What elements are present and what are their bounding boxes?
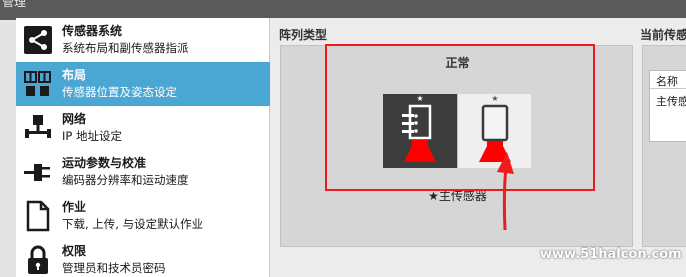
layout-grid-icon: [24, 68, 52, 100]
current-sensor-label: 当前传感: [640, 28, 686, 42]
sidebar-item-title: 作业: [62, 200, 87, 214]
sidebar-item-title: 布局: [62, 68, 87, 82]
share-icon: [24, 24, 52, 56]
sidebar-item-subtitle: 管理员和技术员密码: [62, 261, 166, 275]
sidebar-item-subtitle: 传感器位置及姿态设定: [62, 85, 177, 99]
sidebar-item-layout[interactable]: 布局 传感器位置及姿态设定: [16, 62, 270, 106]
network-icon: [24, 112, 52, 144]
document-icon: [24, 200, 52, 232]
sidebar-item-subtitle: 下载, 上传, 与设定默认作业: [62, 217, 204, 231]
current-sensor-group: 名称 主传感: [642, 45, 686, 247]
sidebar: 传感器系统 系统布局和副传感器指派 布局 传感器位置及姿态设定 网络 IP 地址…: [16, 18, 270, 277]
encoder-plug-icon: [24, 156, 52, 188]
sidebar-item-jobs[interactable]: 作业 下载, 上传, 与设定默认作业: [16, 194, 270, 238]
list-item[interactable]: 主传感: [650, 93, 686, 109]
sidebar-item-permissions[interactable]: 权限 管理员和技术员密码: [16, 238, 270, 277]
sidebar-item-title: 传感器系统: [62, 24, 123, 38]
sidebar-item-title: 运动参数与校准: [62, 156, 147, 170]
watermark: www.51halcon.com: [540, 247, 682, 262]
sidebar-item-motion-calibration[interactable]: 运动参数与校准 编码器分辨率和运动速度: [16, 150, 270, 194]
sidebar-item-network[interactable]: 网络 IP 地址设定: [16, 106, 270, 150]
sidebar-item-subtitle: 系统布局和副传感器指派: [62, 41, 189, 55]
sidebar-item-title: 权限: [62, 244, 87, 258]
sidebar-item-subtitle: IP 地址设定: [62, 129, 122, 143]
sidebar-item-subtitle: 编码器分辨率和运动速度: [62, 173, 189, 187]
sidebar-item-title: 网络: [62, 112, 87, 126]
list-header-name[interactable]: 名称: [650, 71, 686, 89]
title-bar: 管理: [0, 0, 686, 20]
array-type-label: 阵列类型: [279, 28, 328, 42]
highlight-annotation: [325, 44, 595, 191]
sidebar-item-sensor-system[interactable]: 传感器系统 系统布局和副传感器指派: [16, 18, 270, 62]
sensor-list[interactable]: 名称 主传感: [649, 70, 686, 142]
lock-icon: [24, 244, 52, 276]
arrow-annotation: [497, 152, 514, 230]
window-title: 管理: [2, 0, 27, 9]
